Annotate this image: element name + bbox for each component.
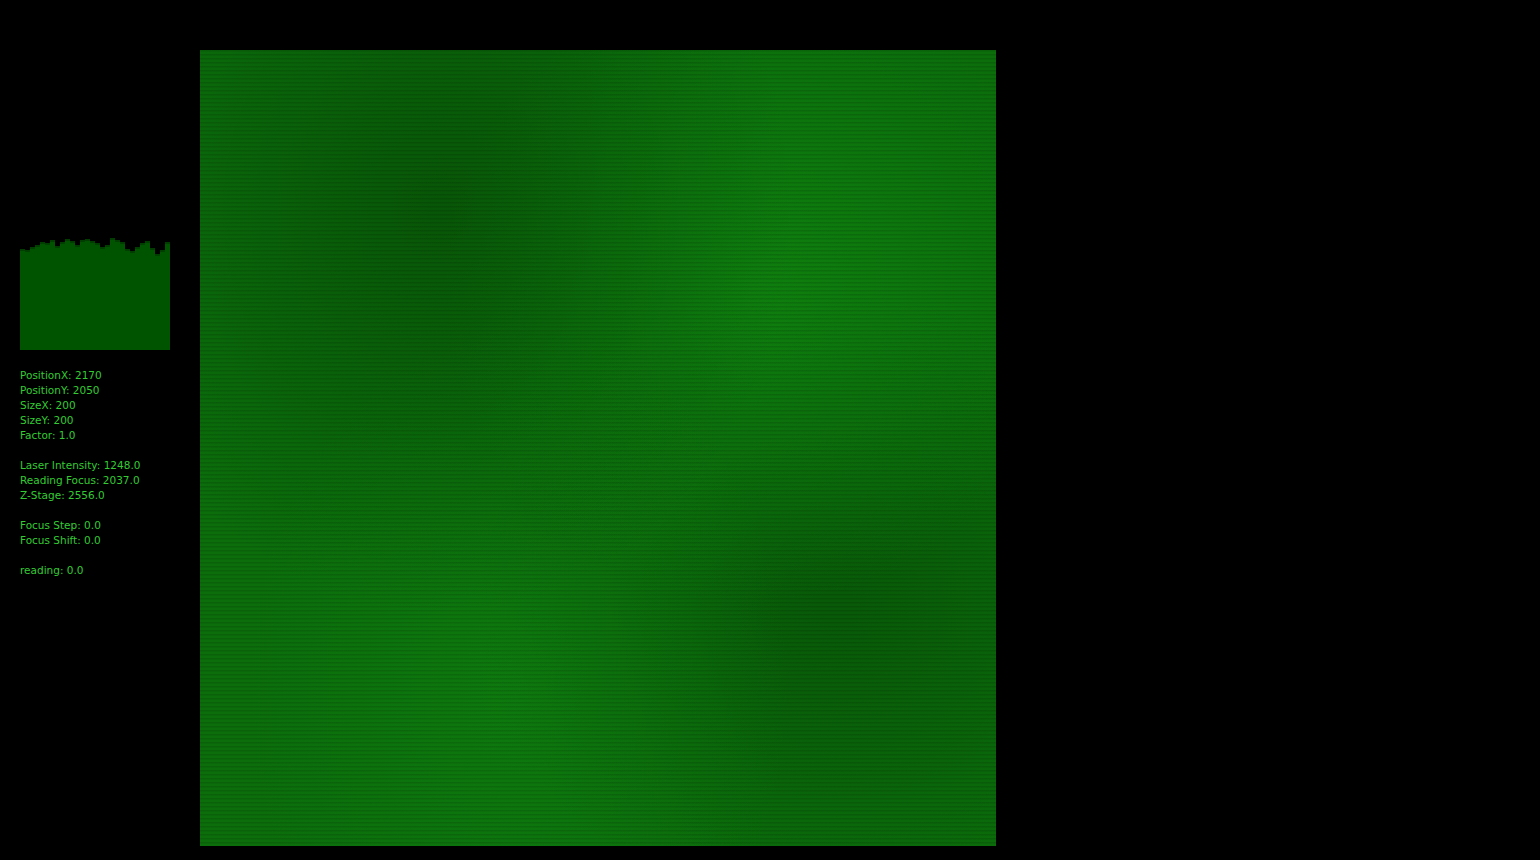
readout-line: reading: 0.0 <box>20 563 200 578</box>
readouts: PositionX: 2170PositionY: 2050SizeX: 200… <box>20 368 200 578</box>
scanner-screen: PositionX: 2170PositionY: 2050SizeX: 200… <box>0 0 1540 860</box>
histogram-bar <box>165 242 170 350</box>
readout-line: Reading Focus: 2037.0 <box>20 473 200 488</box>
readout-line: Focus Shift: 0.0 <box>20 533 200 548</box>
readout-line: Laser Intensity: 1248.0 <box>20 458 200 473</box>
readout-group: Laser Intensity: 1248.0Reading Focus: 20… <box>20 458 200 503</box>
readout-line: Z-Stage: 2556.0 <box>20 488 200 503</box>
readout-line: PositionX: 2170 <box>20 368 200 383</box>
readout-group: PositionX: 2170PositionY: 2050SizeX: 200… <box>20 368 200 443</box>
readout-line: PositionY: 2050 <box>20 383 200 398</box>
scan-area <box>200 0 996 860</box>
scan-image[interactable] <box>200 50 996 846</box>
readout-line: Factor: 1.0 <box>20 428 200 443</box>
readout-line: SizeX: 200 <box>20 398 200 413</box>
histogram-chart <box>20 235 170 350</box>
readout-group: reading: 0.0 <box>20 563 200 578</box>
readout-line: SizeY: 200 <box>20 413 200 428</box>
readout-group: Focus Step: 0.0Focus Shift: 0.0 <box>20 518 200 548</box>
readout-line: Focus Step: 0.0 <box>20 518 200 533</box>
side-panel: PositionX: 2170PositionY: 2050SizeX: 200… <box>0 0 200 860</box>
